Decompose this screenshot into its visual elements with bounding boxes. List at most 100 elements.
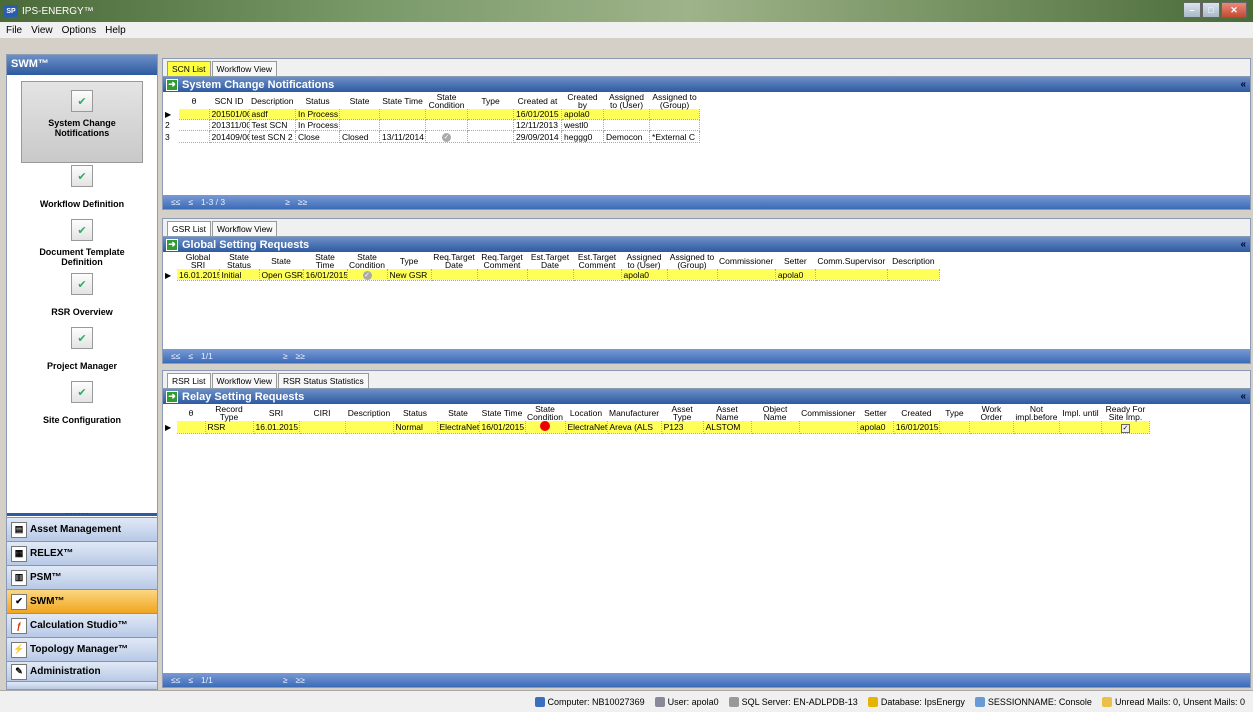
column-header[interactable]: Status [296,93,340,109]
column-header[interactable]: Work Order [969,405,1013,422]
tab-gsr-list[interactable]: GSR List [167,221,212,236]
column-header[interactable]: θ [179,93,209,109]
sidebar-item-rsr-overview[interactable]: ✔ RSR Overview [7,273,157,317]
column-header[interactable]: Est.Target Comment [573,253,621,270]
module-asset-management[interactable]: ▤ Asset Management [7,517,157,541]
table-row[interactable]: 2 201311/00 Test SCN In Process 12/11/2013 we… [163,119,701,131]
menu-help[interactable]: Help [105,25,126,36]
pager-first-button[interactable]: ≤≤ [171,197,180,207]
pager-prev-button[interactable]: ≤ [188,197,193,207]
sidebar-item-scn[interactable]: ✔ System Change Notifications [7,81,157,163]
module-relex[interactable]: ▦ RELEX™ [7,541,157,565]
column-header[interactable]: Impl. until [1059,405,1101,421]
table-cell[interactable]: heggg0 [561,130,605,143]
table-cell[interactable]: westl0 [561,119,605,131]
menu-options[interactable]: Options [62,25,96,36]
arrow-right-icon[interactable]: ➜ [166,390,178,403]
column-header[interactable]: State Condition [426,93,468,110]
column-header[interactable]: SRI [253,405,299,421]
column-header[interactable]: Commissioner [799,405,857,421]
pager-next-button[interactable]: ≥ [283,351,288,361]
column-header[interactable]: State Time [479,405,525,421]
table-cell[interactable] [603,109,651,120]
tab-rsr-status-statistics[interactable]: RSR Status Statistics [277,373,369,388]
table-cell[interactable]: ElectraNet [437,421,480,434]
collapse-icon[interactable]: « [1240,239,1246,250]
tab-rsr-list[interactable]: RSR List [167,373,211,388]
table-cell[interactable] [887,269,940,281]
column-header[interactable]: Commissioner [717,253,775,269]
table-cell[interactable] [425,119,469,131]
column-header[interactable]: Est.Target Date [527,253,573,270]
collapse-icon[interactable]: « [1240,79,1246,90]
column-header[interactable]: Assigned to (Group) [650,93,700,110]
table-cell[interactable] [179,109,210,120]
column-header[interactable]: State [340,93,380,109]
pager-next-button[interactable]: ≥ [285,197,290,207]
menu-file[interactable]: File [6,25,22,36]
table-cell[interactable]: Areva (ALS [607,421,662,434]
column-header[interactable]: Created by [562,93,604,110]
table-cell[interactable]: 16/01/2015 [303,269,348,281]
module-swm[interactable]: ✔ SWM™ [7,589,157,613]
table-cell[interactable]: 16/01/2015 [893,421,940,434]
column-header[interactable]: θ [177,405,205,421]
table-cell[interactable]: ✓ [347,269,388,281]
sidebar-item-project-manager[interactable]: ✔ Project Manager [7,327,157,371]
table-row[interactable]: ▶ RSR 16.01.2015 Normal ElectraNet 16/01/2015… [163,421,1150,434]
column-header[interactable]: Req.Target Comment [477,253,527,270]
pager-first-button[interactable]: ≤≤ [171,351,180,361]
table-cell[interactable] [379,109,427,120]
table-cell[interactable]: 12/11/2013 [513,119,563,131]
close-button[interactable]: ✕ [1221,2,1247,18]
pager-last-button[interactable]: ≥≥ [296,351,305,361]
column-header[interactable]: State Condition [525,405,565,422]
tab-workflow-view[interactable]: Workflow View [211,61,277,76]
column-header[interactable]: State Condition [347,253,387,270]
table-cell[interactable]: ✓ [425,130,469,143]
collapse-icon[interactable]: « [1240,391,1246,402]
column-header[interactable]: Description [249,93,296,109]
sidebar-item-document-template[interactable]: ✔ Document Template Definition [7,219,157,267]
module-calculation-studio[interactable]: ƒ Calculation Studio™ [7,613,157,637]
column-header[interactable]: Comm.Supervisor [815,253,887,269]
column-header[interactable]: Asset Name [703,405,751,422]
table-cell[interactable] [939,421,970,434]
table-cell[interactable]: P123 [661,421,704,434]
table-cell[interactable]: Democon [603,130,651,143]
table-cell[interactable] [379,119,427,131]
pager-first-button[interactable]: ≤≤ [171,675,180,685]
column-header[interactable]: Location [565,405,607,421]
table-cell[interactable] [345,421,394,434]
table-cell[interactable] [467,119,515,131]
column-header[interactable]: Setter [775,253,815,269]
table-cell[interactable] [299,421,346,434]
table-cell[interactable]: 29/09/2014 [513,130,563,143]
table-cell[interactable] [717,269,776,281]
table-cell[interactable] [467,130,515,143]
column-header[interactable]: SCN ID [209,93,249,109]
pager-next-button[interactable]: ≥ [283,675,288,685]
table-cell[interactable] [177,421,206,434]
table-cell[interactable]: Initial [219,269,260,281]
column-header[interactable]: State [259,253,303,269]
table-cell[interactable]: asdf [249,109,297,120]
column-header[interactable]: Created [893,405,939,421]
table-cell[interactable]: ✓ [1101,421,1150,434]
table-cell[interactable] [667,269,718,281]
column-header[interactable]: Description [887,253,939,269]
table-cell[interactable]: apola0 [561,109,605,120]
column-header[interactable]: Assigned to (Group) [667,253,717,270]
column-header[interactable]: Created at [514,93,562,109]
pager-last-button[interactable]: ≥≥ [298,197,307,207]
table-cell[interactable]: 16/01/2015 [479,421,526,434]
menu-view[interactable]: View [31,25,53,36]
minimize-button[interactable]: – [1183,2,1201,18]
table-cell[interactable] [649,109,701,120]
table-cell[interactable]: New GSR [387,269,432,281]
table-cell[interactable] [1059,421,1102,434]
table-cell[interactable] [1013,421,1060,434]
table-cell[interactable] [477,269,528,281]
maximize-button[interactable]: □ [1202,2,1220,18]
sidebar-item-site-configuration[interactable]: ✔ Site Configuration [7,381,157,425]
